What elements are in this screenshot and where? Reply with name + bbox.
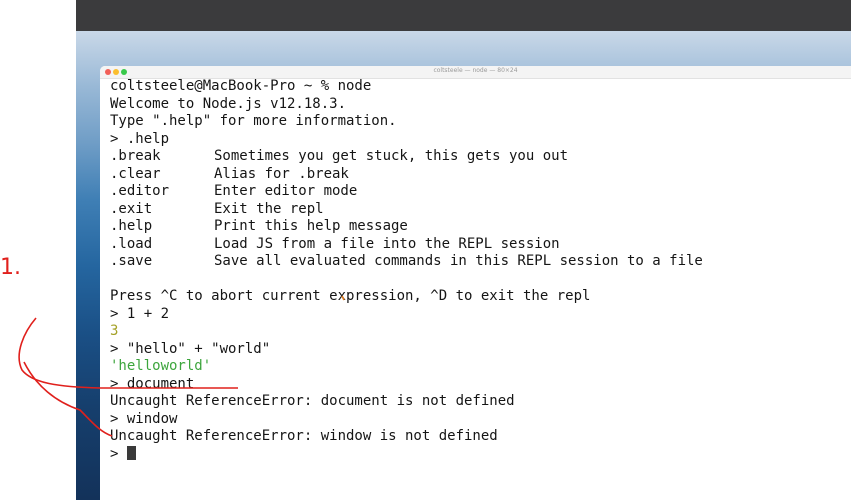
annotation-arrow <box>23 361 113 437</box>
annotation-overlay: 1. <box>0 255 345 437</box>
annotation-number: 1. <box>0 255 21 280</box>
annotation-arrow <box>18 317 238 389</box>
annotation-dot <box>341 295 345 301</box>
